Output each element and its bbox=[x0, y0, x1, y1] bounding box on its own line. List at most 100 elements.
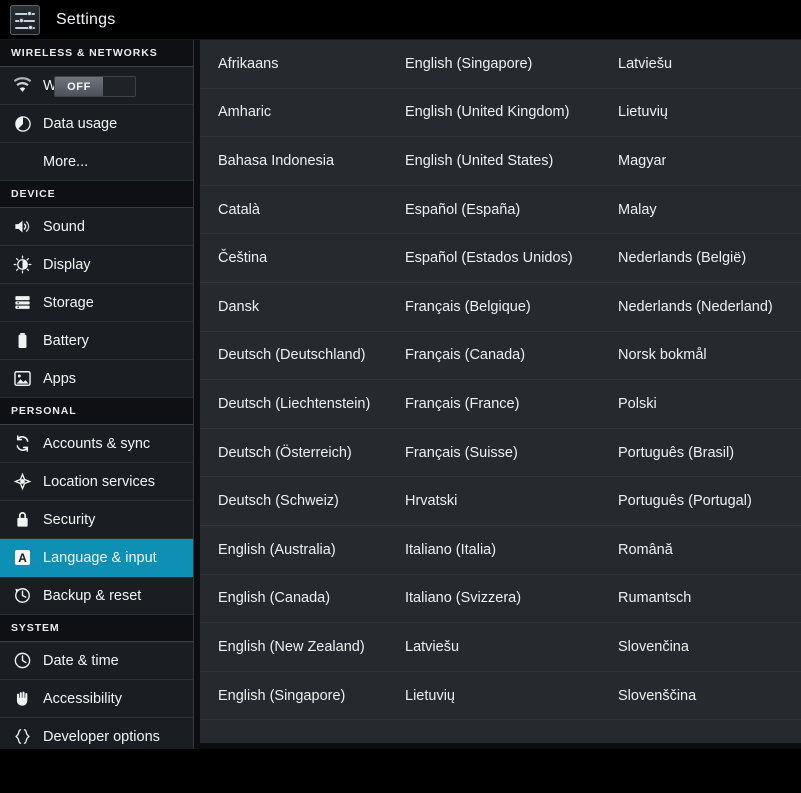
language-option[interactable]: Rumantsch bbox=[600, 575, 801, 623]
language-a-icon: A bbox=[12, 547, 33, 568]
title-bar: Settings bbox=[0, 0, 801, 40]
language-option[interactable]: Deutsch (Liechtenstein) bbox=[200, 380, 387, 428]
sidebar-item-date-time[interactable]: Date & time bbox=[0, 642, 193, 680]
settings-sidebar[interactable]: WIRELESS & NETWORKS Wi-Fi OFF Data usage… bbox=[0, 40, 194, 749]
language-option[interactable]: Deutsch (Deutschland) bbox=[200, 332, 387, 380]
storage-icon bbox=[12, 292, 33, 313]
language-option[interactable]: Français (Canada) bbox=[387, 332, 600, 380]
sidebar-item-wifi[interactable]: Wi-Fi OFF bbox=[0, 67, 193, 105]
language-option[interactable]: Nederlands (België) bbox=[600, 234, 801, 282]
language-row: Dansk Français (Belgique) Nederlands (Nede… bbox=[200, 283, 801, 332]
sidebar-item-display[interactable]: Display bbox=[0, 246, 193, 284]
brightness-icon bbox=[12, 254, 33, 275]
bottom-black-bar bbox=[0, 749, 801, 793]
sidebar-item-apps[interactable]: Apps bbox=[0, 360, 193, 398]
language-option[interactable]: Amharic bbox=[200, 89, 387, 137]
sidebar-item-label: Security bbox=[43, 511, 96, 528]
braces-icon bbox=[12, 726, 33, 747]
language-option[interactable]: English (Singapore) bbox=[200, 672, 387, 720]
lock-icon bbox=[12, 509, 33, 530]
sidebar-section-header-wireless: WIRELESS & NETWORKS bbox=[0, 40, 193, 67]
language-option[interactable]: English (Singapore) bbox=[387, 40, 600, 88]
language-row: English (Canada) Italiano (Svizzera) Ruman… bbox=[200, 575, 801, 624]
sidebar-item-developer-options[interactable]: Developer options bbox=[0, 718, 193, 749]
language-option[interactable]: Malay bbox=[600, 186, 801, 234]
sidebar-item-more[interactable]: More... bbox=[0, 143, 193, 181]
language-option[interactable]: Deutsch (Österreich) bbox=[200, 429, 387, 477]
language-option[interactable]: Italiano (Italia) bbox=[387, 526, 600, 574]
language-option[interactable]: Português (Portugal) bbox=[600, 477, 801, 525]
sidebar-item-data-usage[interactable]: Data usage bbox=[0, 105, 193, 143]
sidebar-item-label: Accessibility bbox=[43, 690, 122, 707]
sidebar-item-label: More... bbox=[43, 153, 89, 170]
sidebar-item-backup-reset[interactable]: Backup & reset bbox=[0, 577, 193, 615]
language-option[interactable]: Lietuvių bbox=[387, 672, 600, 720]
language-list[interactable]: Afrikaans English (Singapore) Latviešu Amha… bbox=[200, 40, 801, 743]
sidebar-item-label: Apps bbox=[43, 370, 77, 387]
language-row: Deutsch (Liechtenstein) Français (France)… bbox=[200, 380, 801, 429]
sidebar-item-accessibility[interactable]: Accessibility bbox=[0, 680, 193, 718]
speaker-icon bbox=[12, 216, 33, 237]
sidebar-item-label: Developer options bbox=[43, 728, 160, 745]
language-option[interactable]: Afrikaans bbox=[200, 40, 387, 88]
language-row: English (Australia) Italiano (Italia) Româ… bbox=[200, 526, 801, 575]
language-option[interactable]: Español (España) bbox=[387, 186, 600, 234]
language-option[interactable]: Français (Belgique) bbox=[387, 283, 600, 331]
clock-icon bbox=[12, 650, 33, 671]
sidebar-item-security[interactable]: Security bbox=[0, 501, 193, 539]
sidebar-item-label: Backup & reset bbox=[43, 587, 142, 604]
language-option[interactable]: Español (Estados Unidos) bbox=[387, 234, 600, 282]
language-option[interactable]: English (New Zealand) bbox=[200, 623, 387, 671]
svg-text:A: A bbox=[18, 551, 27, 565]
sidebar-item-sound[interactable]: Sound bbox=[0, 208, 193, 246]
language-option[interactable]: Dansk bbox=[200, 283, 387, 331]
language-option[interactable]: Norsk bokmål bbox=[600, 332, 801, 380]
language-row: Deutsch (Deutschland) Français (Canada) No… bbox=[200, 332, 801, 381]
sidebar-item-accounts-sync[interactable]: Accounts & sync bbox=[0, 425, 193, 463]
sync-icon bbox=[12, 433, 33, 454]
language-option[interactable]: Hrvatski bbox=[387, 477, 600, 525]
sidebar-section-header-personal: PERSONAL bbox=[0, 398, 193, 425]
language-option[interactable]: English (Canada) bbox=[200, 575, 387, 623]
language-row: English (New Zealand) Latviešu Slovenčina bbox=[200, 623, 801, 672]
sidebar-section-header-system: SYSTEM bbox=[0, 615, 193, 642]
language-option[interactable]: English (Australia) bbox=[200, 526, 387, 574]
sidebar-item-label: Storage bbox=[43, 294, 94, 311]
battery-icon bbox=[12, 330, 33, 351]
language-option[interactable]: Français (Suisse) bbox=[387, 429, 600, 477]
language-option[interactable]: Slovenščina bbox=[600, 672, 801, 720]
language-option[interactable]: Italiano (Svizzera) bbox=[387, 575, 600, 623]
language-option[interactable]: Bahasa Indonesia bbox=[200, 137, 387, 185]
language-option[interactable]: Français (France) bbox=[387, 380, 600, 428]
sidebar-item-label: Display bbox=[43, 256, 91, 273]
language-option[interactable]: Latviešu bbox=[600, 40, 801, 88]
data-usage-icon bbox=[12, 113, 33, 134]
language-option[interactable]: Română bbox=[600, 526, 801, 574]
sidebar-item-label: Language & input bbox=[43, 549, 157, 566]
language-option[interactable]: Català bbox=[200, 186, 387, 234]
wifi-toggle-switch[interactable]: OFF bbox=[54, 76, 136, 97]
settings-sliders-icon bbox=[10, 4, 40, 35]
language-option[interactable]: English (United States) bbox=[387, 137, 600, 185]
language-option[interactable]: Lietuvių bbox=[600, 89, 801, 137]
language-option[interactable]: Deutsch (Schweiz) bbox=[200, 477, 387, 525]
language-row: Afrikaans English (Singapore) Latviešu bbox=[200, 40, 801, 89]
sidebar-item-storage[interactable]: Storage bbox=[0, 284, 193, 322]
language-option[interactable]: Slovenčina bbox=[600, 623, 801, 671]
language-option[interactable]: English (United Kingdom) bbox=[387, 89, 600, 137]
sidebar-item-battery[interactable]: Battery bbox=[0, 322, 193, 360]
language-option[interactable]: Nederlands (Nederland) bbox=[600, 283, 801, 331]
sidebar-item-location-services[interactable]: Location services bbox=[0, 463, 193, 501]
language-option[interactable]: Polski bbox=[600, 380, 801, 428]
language-option[interactable]: Latviešu bbox=[387, 623, 600, 671]
settings-app-window: Settings WIRELESS & NETWORKS Wi-Fi OFF D… bbox=[0, 0, 801, 793]
language-option[interactable]: Português (Brasil) bbox=[600, 429, 801, 477]
sidebar-item-label: Date & time bbox=[43, 652, 119, 669]
backup-reset-icon bbox=[12, 585, 33, 606]
location-icon bbox=[12, 471, 33, 492]
page-title: Settings bbox=[56, 10, 116, 28]
sidebar-item-language-input[interactable]: A Language & input bbox=[0, 539, 193, 577]
language-option[interactable]: Čeština bbox=[200, 234, 387, 282]
language-option[interactable]: Magyar bbox=[600, 137, 801, 185]
sidebar-item-label: Accounts & sync bbox=[43, 435, 151, 452]
